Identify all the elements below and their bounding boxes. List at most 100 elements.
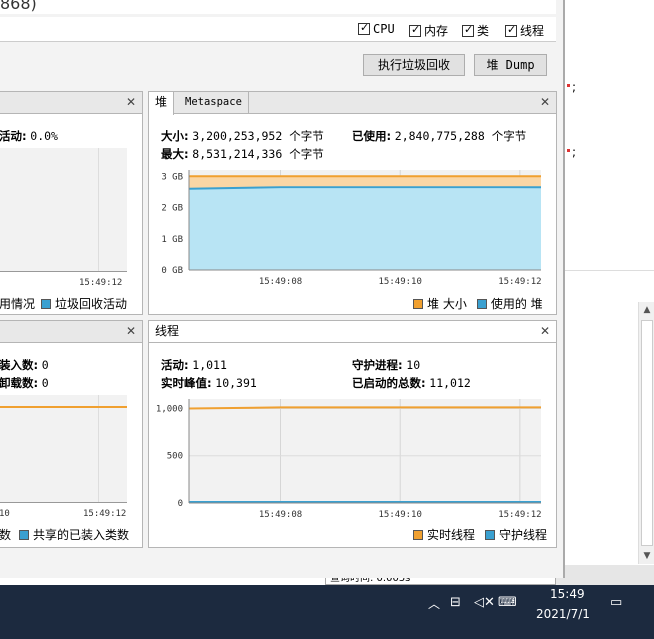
clock-date[interactable]: 2021/7/1 (536, 607, 590, 621)
legend-swatch (413, 529, 423, 540)
classes-loaded: 装入数: 0 (0, 358, 49, 372)
y-tick-label: 3 GB (161, 172, 183, 182)
heap-tabs: 堆 Metaspace ✕ (149, 92, 556, 115)
marker (567, 149, 570, 152)
scroll-up-icon[interactable]: ▲ (639, 302, 654, 318)
x-tick-label: 15:49:12 (83, 509, 127, 519)
y-tick-label: 0 GB (161, 266, 183, 276)
threads-header: 线程 ✕ (149, 321, 556, 343)
tab-heap[interactable]: 堆 (149, 92, 175, 115)
status-strip (556, 565, 654, 585)
checkbox-label: 内存 (424, 24, 449, 38)
plot-area (189, 399, 541, 503)
x-tick-label: 15:49:12 (79, 278, 123, 288)
x-tick-label: 15:49:12 (498, 277, 541, 287)
close-icon[interactable]: ✕ (540, 324, 550, 338)
semicolon: ; (572, 80, 577, 94)
cpu-chart (0, 148, 127, 272)
checkbox-icon[interactable] (409, 23, 421, 37)
classes-chart (0, 395, 127, 503)
legend-swatch (41, 298, 52, 309)
threads-live: 活动: 1,011 (161, 358, 227, 372)
checkbox-threads[interactable]: 线程 (505, 22, 544, 39)
threads-started: 已启动的总数: 11,012 (352, 376, 471, 390)
y-tick-label: 500 (167, 452, 183, 462)
window-title: 868) (0, 0, 37, 13)
heap-legend: 堆 大小 使用的 堆 (413, 295, 543, 312)
threads-daemon: 守护进程: 10 (352, 358, 421, 372)
legend-swatch (476, 298, 487, 309)
close-icon[interactable]: ✕ (540, 95, 550, 109)
legend-item: 守护线程 (499, 528, 548, 542)
volume-muted-icon[interactable]: ◁✕ (474, 595, 495, 610)
clock-time[interactable]: 15:49 (550, 587, 585, 601)
heap-size: 大小: 3,200,253,952 个字节 (161, 129, 324, 143)
x-tick-label: 15:49:10 (379, 510, 422, 520)
checkbox-classes[interactable]: 类 (462, 22, 489, 39)
legend-swatch (413, 298, 423, 309)
checkbox-cpu[interactable]: CPU (358, 21, 395, 36)
close-icon[interactable]: ✕ (126, 324, 136, 338)
network-icon[interactable]: ⊟ (450, 595, 461, 610)
cpu-panel-header: ✕ (0, 92, 142, 114)
visualvm-monitor-window: 868) CPU 内存 类 线程 执行垃圾回收 堆 Dump ✕ 活动: 0.0… (0, 0, 565, 578)
threads-legend: 实时线程 守护线程 (413, 526, 547, 543)
scroll-down-icon[interactable]: ▼ (639, 548, 654, 564)
threads-peak: 实时峰值: 10,391 (161, 376, 257, 390)
scroll-thumb[interactable] (641, 320, 653, 546)
legend-item: 共享的已装入类数 (33, 528, 130, 542)
legend-swatch (19, 529, 30, 540)
cpu-legend: 用情况 垃圾回收活动 (0, 295, 127, 312)
threads-chart: 15:49:08 15:49:10 15:49:12 0 500 1,000 (156, 399, 542, 520)
threads-panel: 线程 ✕ 活动: 1,011 实时峰值: 10,391 守护进程: 10 已启动… (148, 320, 557, 548)
heap-dump-button[interactable]: 堆 Dump (474, 54, 547, 76)
threads-title: 线程 (155, 324, 180, 338)
legend-item: 堆 大小 (427, 297, 467, 311)
taskbar: ︿ ⊟ ◁✕ ⌨ 15:49 2021/7/1 ▭ (0, 585, 654, 639)
classes-panel-header: ✕ (0, 321, 142, 343)
chevron-up-icon[interactable]: ︿ (428, 595, 440, 612)
classes-unloaded: 卸载数: 0 (0, 376, 49, 390)
keyboard-icon[interactable]: ⌨ (498, 595, 517, 610)
checkbox-label: 线程 (520, 24, 545, 38)
checkbox-icon[interactable] (358, 21, 370, 35)
y-tick-label: 1 GB (161, 235, 183, 245)
legend-item: 实时线程 (427, 528, 476, 542)
y-tick-label: 2 GB (161, 204, 183, 214)
heap-panel: 堆 Metaspace ✕ 大小: 3,200,253,952 个字节 已使用:… (148, 91, 557, 315)
x-tick-label: 15:49:08 (259, 277, 302, 287)
heap-used: 已使用: 2,840,775,288 个字节 (352, 129, 527, 143)
classes-panel: ✕ 装入数: 0 卸载数: 0 10 15:49:12 数 共享的已装入类数 (0, 320, 143, 548)
close-icon[interactable]: ✕ (126, 95, 136, 109)
x-tick-label: 15:49:10 (379, 277, 422, 287)
checkbox-label: 类 (477, 24, 490, 38)
checkbox-memory[interactable]: 内存 (409, 22, 448, 39)
x-tick-label: 15:49:12 (498, 510, 541, 520)
cpu-panel: ✕ 活动: 0.0% 15:49:12 用情况 垃圾回收活动 (0, 91, 143, 315)
x-tick-label: 10 (0, 509, 10, 519)
y-tick-label: 0 (178, 499, 183, 509)
gc-button[interactable]: 执行垃圾回收 (363, 54, 465, 76)
semicolon: ; (572, 145, 577, 159)
checkbox-icon[interactable] (505, 23, 517, 37)
y-tick-label: 1,000 (156, 404, 183, 414)
legend-item: 数 (0, 528, 12, 542)
heap-chart: 15:49:08 15:49:10 15:49:12 0 GB 1 GB 2 GB 3 GB (161, 170, 542, 287)
title-bar: 868) (0, 0, 556, 14)
legend-item: 使用的 堆 (490, 297, 543, 311)
marker (567, 84, 570, 87)
legend-item: 垃圾回收活动 (55, 297, 128, 311)
checkbox-icon[interactable] (462, 23, 474, 37)
tab-metaspace[interactable]: Metaspace (179, 92, 249, 114)
legend-swatch (485, 529, 496, 540)
gc-activity: 活动: 0.0% (0, 129, 58, 143)
notification-icon[interactable]: ▭ (610, 595, 622, 610)
heap-max: 最大: 8,531,214,336 个字节 (161, 147, 324, 161)
x-tick-label: 15:49:08 (259, 510, 302, 520)
vertical-scrollbar[interactable]: ▲ ▼ (638, 302, 654, 564)
checkbox-label: CPU (373, 22, 395, 36)
classes-legend: 数 共享的已装入类数 (0, 526, 129, 543)
checkbox-row: CPU 内存 类 线程 (0, 17, 556, 42)
legend-item: 用情况 (0, 297, 36, 311)
series-line (188, 406, 541, 410)
